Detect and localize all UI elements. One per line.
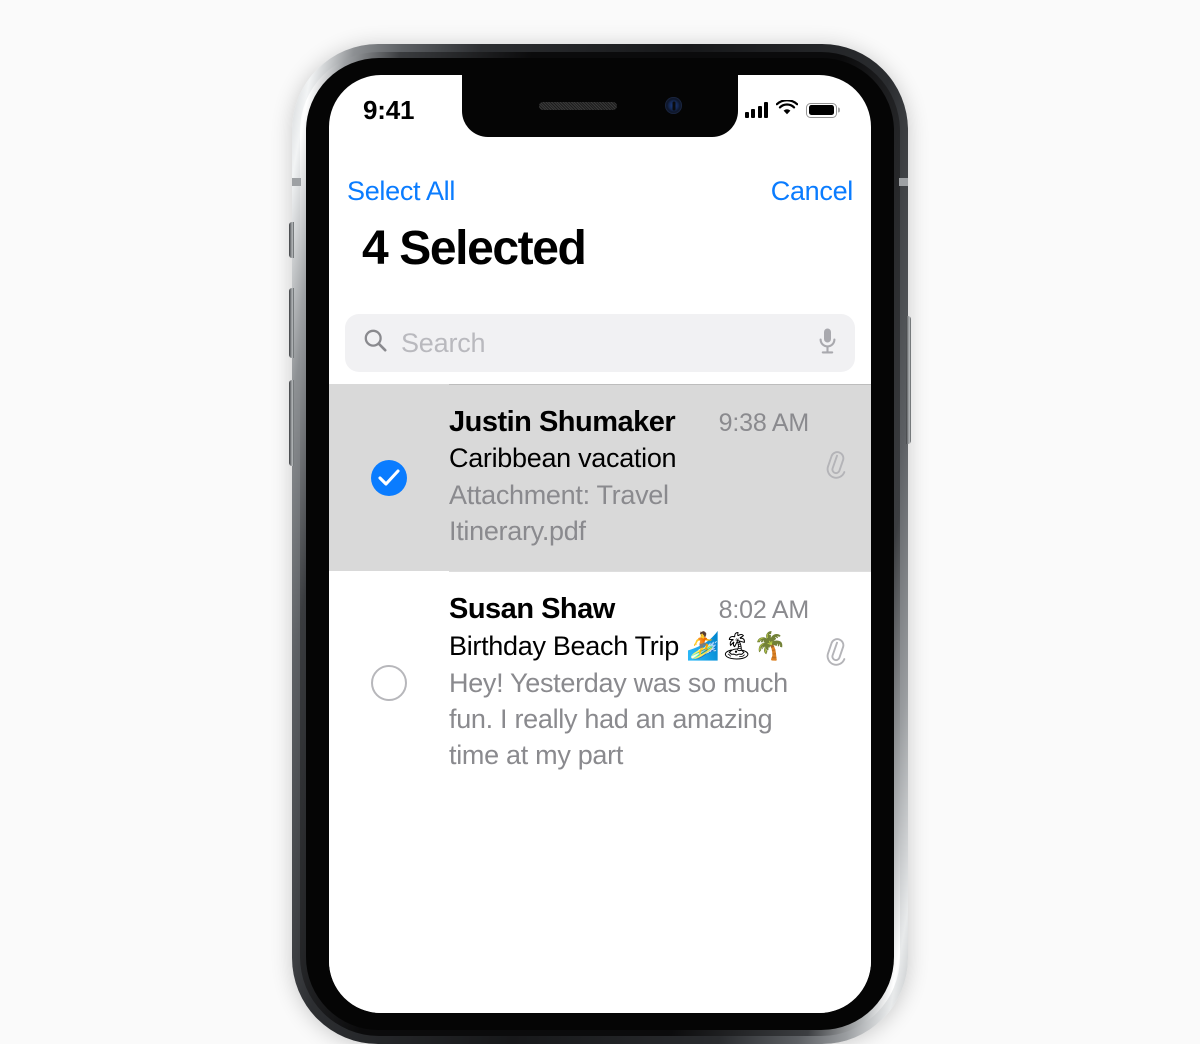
search-field[interactable]: Search (345, 314, 855, 372)
volume-up-button[interactable] (289, 288, 294, 358)
mail-sender: Susan Shaw (449, 593, 615, 626)
table-row[interactable]: Justin Shumaker 9:38 AM Caribbean vacati… (329, 384, 871, 572)
mail-timestamp: 8:02 AM (718, 596, 810, 625)
antenna-band-left (292, 178, 301, 186)
power-button[interactable] (906, 316, 911, 444)
table-row[interactable]: Susan Shaw 8:02 AM Birthday Beach Trip 🏄… (329, 571, 871, 795)
status-bar-time: 9:41 (363, 94, 415, 125)
attachment-indicator (815, 593, 855, 671)
row-separator (449, 384, 871, 385)
search-placeholder: Search (401, 327, 486, 358)
volume-down-button[interactable] (289, 380, 294, 466)
paperclip-icon (825, 450, 846, 484)
cancel-button[interactable]: Cancel (771, 176, 854, 207)
page-title: 4 Selected (362, 222, 587, 275)
selection-checkbox[interactable] (329, 406, 449, 549)
antenna-band-right (899, 178, 908, 186)
select-all-button[interactable]: Select All (347, 176, 455, 207)
phone-screen: 9:41 Select All Cancel 4 Selected Search… (329, 75, 871, 1013)
mail-subject: Birthday Beach Trip 🏄🏝🌴 (449, 631, 787, 662)
microphone-icon[interactable] (818, 327, 837, 360)
cellular-signal-icon (744, 102, 768, 118)
row-separator (449, 571, 871, 573)
mail-header-line: Justin Shumaker 9:38 AM (449, 406, 809, 439)
silent-switch[interactable] (289, 222, 294, 258)
attachment-indicator (815, 406, 855, 484)
mail-preview: Hey! Yesterday was so much fun. I really… (449, 668, 788, 770)
battery-icon (806, 102, 837, 118)
wifi-icon (775, 98, 799, 121)
phone-device-frame: 9:41 Select All Cancel 4 Selected Search… (289, 44, 911, 1044)
mail-header-line: Susan Shaw 8:02 AM (449, 593, 809, 626)
status-bar: 9:41 (329, 75, 871, 137)
mail-sender: Justin Shumaker (449, 406, 676, 438)
navigation-bar: Select All Cancel (329, 163, 871, 219)
mail-content: Susan Shaw 8:02 AM Birthday Beach Trip 🏄… (449, 593, 815, 773)
mail-timestamp: 9:38 AM (718, 409, 810, 437)
mail-subject: Caribbean vacation (449, 443, 677, 473)
mail-list[interactable]: Justin Shumaker 9:38 AM Caribbean vacati… (329, 384, 871, 1013)
search-icon (363, 328, 388, 358)
selection-checkbox[interactable] (329, 593, 449, 773)
mail-preview: Attachment: Travel Itinerary.pdf (449, 480, 669, 546)
mail-content: Justin Shumaker 9:38 AM Caribbean vacati… (449, 406, 815, 549)
status-bar-icons (744, 98, 837, 121)
paperclip-icon (825, 637, 846, 671)
circle-outline-icon[interactable] (371, 665, 407, 702)
checkmark-circle-filled-icon[interactable] (371, 459, 407, 496)
